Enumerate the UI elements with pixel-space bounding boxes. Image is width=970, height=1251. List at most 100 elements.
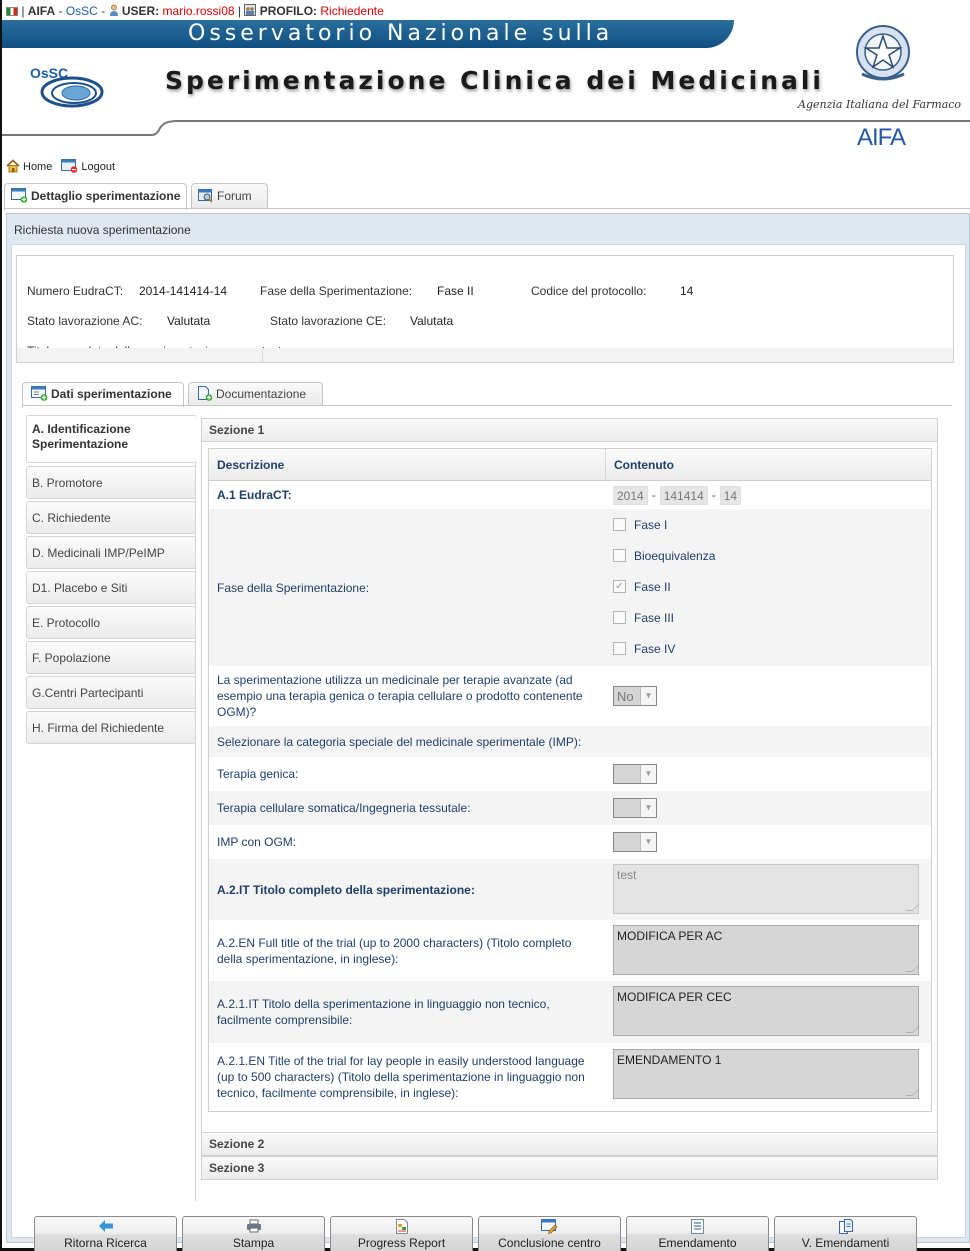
imp-ogm-label: IMP con OGM: [217,835,297,849]
terapia-genica-select[interactable]: ▼ [613,764,657,784]
codice-value: 14 [680,284,694,298]
tab-forum[interactable]: Forum [191,183,268,209]
ossc-logo: OsSC [30,65,104,108]
categoria-speciale-label: Selezionare la categoria speciale del me… [217,734,582,749]
terapia-genica-label: Terapia genica: [217,767,299,781]
checkbox-box[interactable] [613,611,626,624]
edit-window-icon [541,1219,558,1234]
eudract-number-input[interactable]: 141414 [659,485,708,505]
terapie-avanzate-select[interactable]: No ▼ [613,686,657,706]
document-lines-icon [691,1219,704,1234]
side-item-popolazione[interactable]: F. Popolazione [26,641,196,674]
app-name: AIFA [27,4,56,18]
italy-flag-icon [6,7,18,16]
summary-footer-stripe [17,348,953,362]
table-row-a21-it: A.2.1.IT Titolo della sperimentazione in… [209,981,931,1043]
progress-report-button[interactable]: Progress Report [330,1216,473,1251]
home-link[interactable]: Home [6,159,55,173]
a2-en-label: A.2.EN Full title of the trial (up to 20… [217,935,572,966]
checkbox-box[interactable] [613,642,626,655]
side-item-placebo-siti[interactable]: D1. Placebo e Siti [26,571,196,604]
checkbox-box[interactable] [613,518,626,531]
side-item-medicinali[interactable]: D. Medicinali IMP/PeIMP [26,536,196,569]
checkbox-fase-iii[interactable]: Fase III [613,602,923,633]
side-item-richiedente[interactable]: C. Richiedente [26,501,196,534]
profile-icon [244,4,257,16]
panel-content: Numero EudraCT: 2014-141414-14 Fase dell… [11,244,966,1251]
banner-curve-divider [2,120,970,136]
user-icon [109,4,118,16]
forum-search-icon [198,189,213,203]
checkbox-fase-i[interactable]: Fase I [613,509,923,540]
checkbox-checked[interactable]: ✓ [613,580,626,593]
stato-ac-value: Valutata [167,314,211,328]
documents-icon [838,1219,853,1234]
table-row-terapia-cellulare: Terapia cellulare somatica/Ingegneria te… [209,791,931,825]
module-name: OsSC [65,4,98,18]
printer-icon [246,1219,261,1233]
side-item-identificazione[interactable]: A. Identificazione Sperimentazione [26,415,197,463]
a21-it-textarea[interactable]: MODIFICA PER CEC [613,986,920,1036]
checkbox-fase-ii[interactable]: ✓ Fase II [613,571,923,602]
resize-handle-icon[interactable] [905,965,920,972]
section-2-header[interactable]: Sezione 2 [201,1132,938,1156]
side-item-firma-richiedente[interactable]: H. Firma del Richiedente [26,711,196,744]
eudract-value: 2014-141414-14 [139,284,228,298]
user-label: USER: [121,4,160,18]
tab-dettaglio-sperimentazione[interactable]: Dettaglio sperimentazione [4,183,187,210]
document-add-icon [198,386,213,401]
agency-name: Agenzia Italiana del Farmaco [798,98,962,111]
user-name: mario.rossi08 [162,4,235,18]
checkbox-fase-iv[interactable]: Fase IV [613,633,923,664]
tab-documentazione[interactable]: Documentazione [188,382,323,406]
table-row-a2-en: A.2.EN Full title of the trial (up to 20… [209,920,931,981]
stampa-button[interactable]: Stampa [182,1216,325,1251]
eudract-check-input[interactable]: 14 [719,485,742,505]
section-side-menu: A. Identificazione Sperimentazione B. Pr… [26,415,197,1201]
terapia-cellulare-label: Terapia cellulare somatica/Ingegneria te… [217,801,471,815]
resize-handle-icon[interactable] [905,1026,920,1033]
profile-label: PROFILO: [259,4,318,18]
main-panel: Richiesta nuova sperimentazione Numero E… [6,213,970,1251]
side-item-centri-partecipanti[interactable]: G.Centri Partecipanti [26,676,196,709]
header-descrizione: Descrizione [217,457,285,472]
visualizza-emendamenti-button[interactable]: V. Emendamenti [774,1216,917,1251]
a2-en-textarea[interactable]: MODIFICA PER AC [613,925,920,975]
checkbox-box[interactable] [613,549,626,562]
checkbox-bioequivalenza[interactable]: Bioequivalenza [613,540,923,571]
table-row-terapie-avanzate: La sperimentazione utilizza un medicinal… [209,666,931,726]
chevron-down-icon: ▼ [640,833,656,851]
table-row-terapia-genica: Terapia genica: ▼ [209,757,931,791]
resize-handle-icon[interactable] [905,904,920,911]
table-header-row: Descrizione Contenuto [209,449,931,481]
header-contenuto: Contenuto [605,449,931,480]
imp-ogm-select[interactable]: ▼ [613,832,657,852]
a2-it-textarea[interactable]: test [613,864,920,914]
logout-link[interactable]: Logout [61,159,115,173]
a21-it-label: A.2.1.IT Titolo della sperimentazione in… [217,997,550,1027]
section-content: Sezione 1 Descrizione Contenuto A.1 Eudr… [201,418,938,1180]
window-add-icon [11,188,28,203]
logout-icon [61,159,78,173]
ritorna-ricerca-button[interactable]: Ritorna Ricerca [34,1216,177,1251]
stato-ce-value: Valutata [410,314,454,328]
section-1-header[interactable]: Sezione 1 [201,418,938,442]
side-item-protocollo[interactable]: E. Protocollo [26,606,196,639]
site-banner: Osservatorio Nazionale sulla OsSC Sperim… [2,20,970,155]
tab-dati-sperimentazione[interactable]: Dati sperimentazione [22,382,184,407]
fase-label: Fase della Sperimentazione: [260,284,413,298]
data-add-icon [31,386,48,401]
conclusione-centro-button[interactable]: Conclusione centro [478,1216,621,1251]
section-3-header[interactable]: Sezione 3 [201,1156,938,1180]
home-icon [6,159,20,173]
table-row-imp-ogm: IMP con OGM: ▼ [209,825,931,859]
side-item-promotore[interactable]: B. Promotore [26,466,196,499]
eudract-year-input[interactable]: 2014 [613,485,648,505]
resize-handle-icon[interactable] [905,1089,920,1096]
emendamento-button[interactable]: Emendamento [626,1216,769,1251]
table-row-a2-it: A.2.IT Titolo completo della sperimentaz… [209,859,931,920]
terapia-cellulare-select[interactable]: ▼ [613,798,657,818]
a21-en-textarea[interactable]: EMENDAMENTO 1 [613,1049,920,1099]
chevron-down-icon: ▼ [640,687,656,705]
a21-en-label: A.2.1.EN Title of the trial for lay peop… [217,1054,585,1100]
